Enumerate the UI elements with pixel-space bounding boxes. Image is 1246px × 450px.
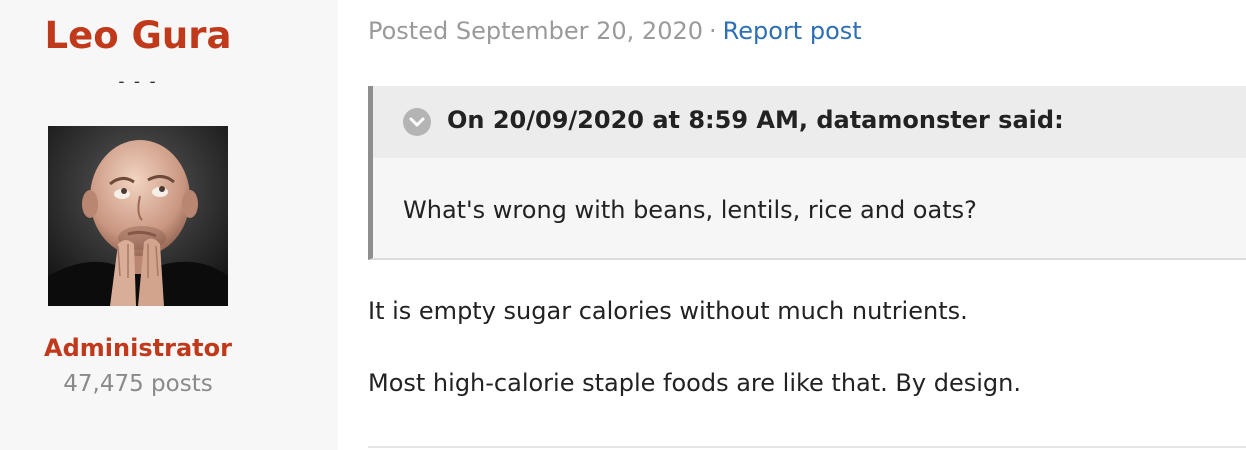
author-group-label: Administrator <box>44 334 232 362</box>
avatar[interactable] <box>48 126 228 306</box>
post-meta: Posted September 20, 2020 · Report post <box>368 17 862 45</box>
quote-text: What's wrong with beans, lentils, rice a… <box>403 196 977 224</box>
chevron-down-icon[interactable] <box>403 108 431 136</box>
author-panel: Leo Gura - - - Administrator 47,475 post… <box>0 0 338 450</box>
report-post-link[interactable]: Report post <box>723 17 862 45</box>
post-paragraph: Most high-calorie staple foods are like … <box>368 369 1021 397</box>
author-post-count: 47,475 posts <box>63 371 213 397</box>
quote-citation: On 20/09/2020 at 8:59 AM, datamonster sa… <box>447 106 1064 134</box>
meta-separator: · <box>709 17 717 45</box>
post-date: Posted September 20, 2020 <box>368 17 704 45</box>
avatar-photo <box>48 126 228 306</box>
forum-post: Leo Gura - - - Administrator 47,475 post… <box>0 0 1246 450</box>
post-divider <box>368 446 1246 448</box>
post-paragraph: It is empty sugar calories without much … <box>368 297 968 325</box>
quote-header: On 20/09/2020 at 8:59 AM, datamonster sa… <box>373 86 1246 158</box>
quote-block: On 20/09/2020 at 8:59 AM, datamonster sa… <box>368 86 1246 260</box>
author-name-link[interactable]: Leo Gura <box>0 14 276 57</box>
author-title: - - - <box>118 72 158 92</box>
